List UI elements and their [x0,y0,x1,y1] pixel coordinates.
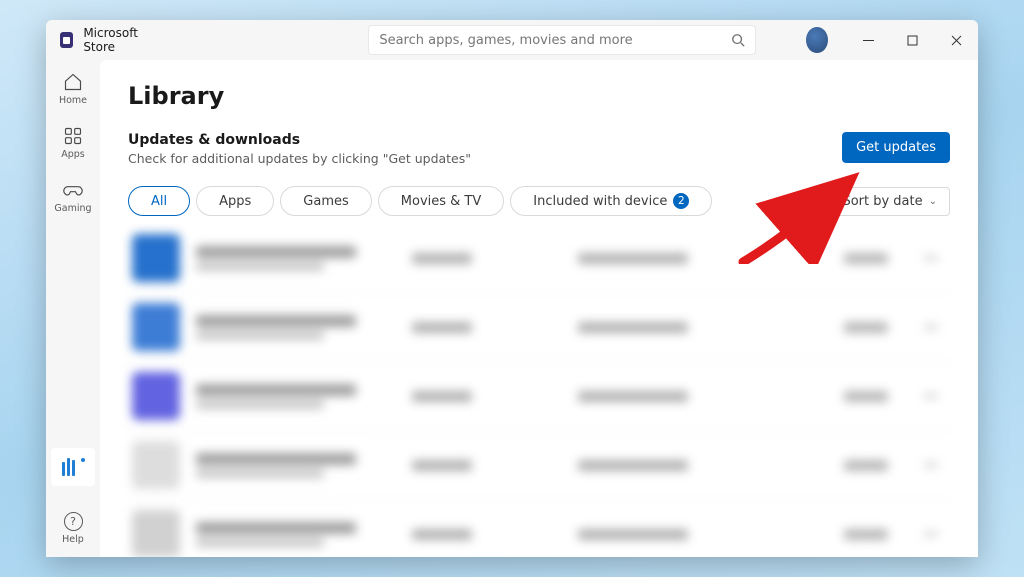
chevron-down-icon: ⌄ [929,196,937,207]
filter-games-label: Games [303,194,348,209]
app-thumb [132,303,180,351]
filter-apps[interactable]: Apps [196,186,274,216]
list-item[interactable] [128,224,950,293]
nav-home[interactable]: Home [51,66,95,112]
maximize-button[interactable] [890,20,934,60]
nav-gaming[interactable]: Gaming [51,174,95,220]
nav-help-label: Help [62,534,84,545]
filter-all-label: All [151,194,167,209]
nav-library[interactable] [51,448,95,486]
filter-all[interactable]: All [128,186,190,216]
window-body: Home Apps Gaming [46,60,978,557]
app-thumb [132,441,180,489]
window-controls [846,20,978,60]
search-placeholder: Search apps, games, movies and more [379,33,731,48]
filter-apps-label: Apps [219,194,251,209]
filter-pills: All Apps Games Movies & TV Included with… [128,186,712,216]
app-thumb [132,372,180,420]
app-thumb [132,234,180,282]
get-updates-button[interactable]: Get updates [842,132,950,163]
search-icon [731,33,745,47]
filter-included[interactable]: Included with device 2 [510,186,712,216]
content-area: Library Updates & downloads Check for ad… [100,60,978,557]
filter-included-badge: 2 [673,193,689,209]
app-title: Microsoft Store [83,26,158,54]
close-button[interactable] [934,20,978,60]
app-thumb [132,510,180,557]
nav-home-label: Home [59,95,87,106]
nav-apps[interactable]: Apps [51,120,95,166]
home-icon [63,72,83,92]
sidebar: Home Apps Gaming [46,60,100,557]
app-window: Microsoft Store Search apps, games, movi… [46,20,978,557]
updates-title: Updates & downloads [128,132,471,148]
gaming-icon [63,180,83,200]
list-item[interactable] [128,500,950,557]
app-icon [60,32,73,48]
sort-button[interactable]: Sort by date ⌄ [829,187,950,216]
filter-games[interactable]: Games [280,186,371,216]
user-avatar[interactable] [806,27,828,53]
updates-subtitle: Check for additional updates by clicking… [128,151,471,166]
page-title: Library [128,82,950,110]
list-item[interactable] [128,362,950,431]
sort-label: Sort by date [842,194,922,209]
nav-apps-label: Apps [61,149,85,160]
filter-row: All Apps Games Movies & TV Included with… [128,186,950,216]
minimize-button[interactable] [846,20,890,60]
nav-help[interactable]: ? Help [51,506,95,551]
apps-icon [63,126,83,146]
library-icon [62,458,85,476]
updates-section: Updates & downloads Check for additional… [128,132,950,166]
library-list [128,224,950,557]
help-icon: ? [64,512,83,531]
search-input[interactable]: Search apps, games, movies and more [368,25,756,55]
filter-included-label: Included with device [533,194,667,209]
updates-info: Updates & downloads Check for additional… [128,132,471,166]
nav-gaming-label: Gaming [54,203,91,214]
filter-movies[interactable]: Movies & TV [378,186,504,216]
sidebar-spacer [51,228,95,498]
list-item[interactable] [128,431,950,500]
titlebar: Microsoft Store Search apps, games, movi… [46,20,978,60]
filter-movies-label: Movies & TV [401,194,481,209]
list-item[interactable] [128,293,950,362]
